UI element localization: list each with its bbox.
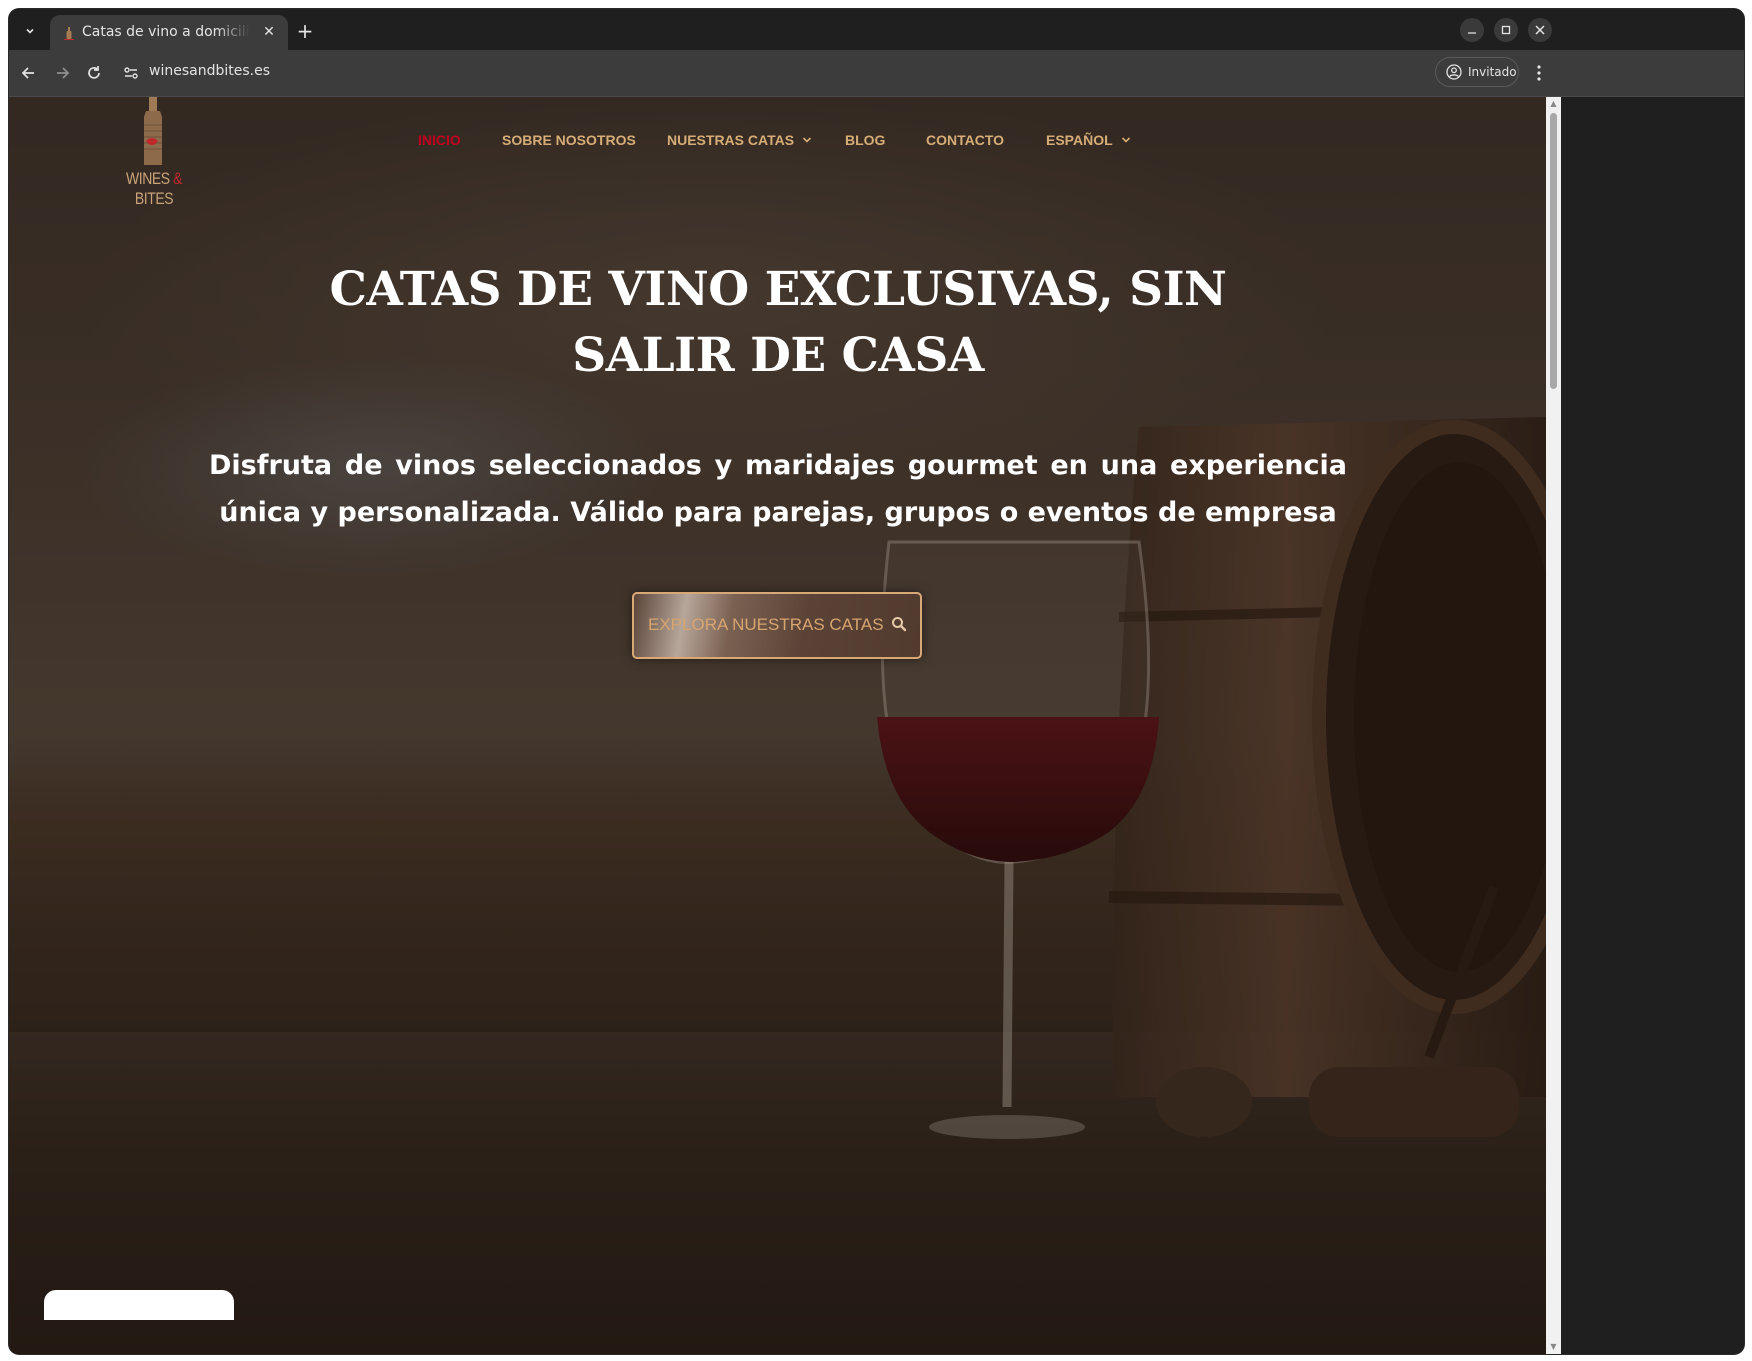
chevron-down-icon — [1121, 136, 1131, 147]
tab-active[interactable]: Catas de vino a domicilio ✕ — [50, 15, 288, 50]
scroll-up-arrow-icon[interactable]: ▲ — [1546, 97, 1561, 111]
tab-title: Catas de vino a domicilio — [82, 24, 250, 40]
main-navigation: INICIO SOBRE NOSOTROS NUESTRAS CATAS BLO… — [9, 132, 1546, 152]
tab-close-icon[interactable]: ✕ — [260, 23, 278, 41]
browser-toolbar: winesandbites.es Invitado — [9, 50, 1744, 97]
search-icon — [892, 617, 907, 632]
nav-item-nuestras-catas[interactable]: NUESTRAS CATAS — [667, 132, 812, 148]
hero-title: CATAS DE VINO EXCLUSIVAS, SIN SALIR DE C… — [329, 262, 1227, 383]
logo-word-bites: BITES — [134, 189, 174, 208]
nav-item-sobre-nosotros[interactable]: SOBRE NOSOTROS — [502, 132, 636, 148]
profile-label: Invitado — [1468, 65, 1517, 79]
scroll-thumb[interactable] — [1550, 113, 1557, 389]
profile-avatar-icon — [1446, 64, 1462, 80]
nav-item-inicio[interactable]: INICIO — [418, 132, 461, 148]
back-arrow-icon[interactable] — [17, 61, 41, 85]
new-tab-button[interactable]: + — [293, 20, 317, 44]
logo-ampersand: & — [173, 169, 183, 188]
profile-button[interactable]: Invitado — [1435, 57, 1519, 87]
nav-item-nuestras-catas-label: NUESTRAS CATAS — [667, 132, 795, 148]
browser-menu-icon[interactable] — [1529, 61, 1549, 85]
page-scrollbar[interactable]: ▲ ▼ — [1546, 97, 1561, 1354]
close-window-icon[interactable] — [1528, 18, 1552, 42]
logo-wordmark: WINES & BITES — [113, 169, 195, 209]
wine-bottle-favicon-icon — [64, 27, 74, 40]
site-settings-icon[interactable] — [122, 64, 140, 82]
hero-subtitle: Disfruta de vinos seleccionados y marida… — [209, 450, 1347, 528]
reload-icon[interactable] — [82, 61, 106, 85]
tab-search-chevron-icon[interactable] — [18, 19, 42, 43]
maximize-icon[interactable] — [1494, 18, 1518, 42]
minimize-icon[interactable] — [1460, 18, 1484, 42]
page-viewport: WINES & BITES INICIO SOBRE NOSOTROS NUES… — [9, 97, 1546, 1354]
tab-strip: Catas de vino a domicilio ✕ + — [9, 9, 1744, 50]
nav-item-blog[interactable]: BLOG — [845, 132, 885, 148]
chevron-down-icon — [802, 136, 812, 147]
explore-catas-label: EXPLORA NUESTRAS CATAS — [648, 615, 884, 634]
nav-item-language-label: ESPAÑOL — [1046, 132, 1113, 148]
floating-widget-tab[interactable] — [44, 1290, 234, 1320]
nav-item-contacto[interactable]: CONTACTO — [926, 132, 1004, 148]
scroll-down-arrow-icon[interactable]: ▼ — [1546, 1340, 1561, 1354]
explore-catas-button[interactable]: EXPLORA NUESTRAS CATAS — [632, 592, 922, 659]
logo-word-wines: WINES — [125, 169, 170, 188]
nav-item-language[interactable]: ESPAÑOL — [1046, 132, 1131, 148]
browser-window: Catas de vino a domicilio ✕ + winesandbi… — [9, 9, 1744, 1354]
address-bar-url[interactable]: winesandbites.es — [149, 63, 270, 79]
forward-arrow-icon[interactable] — [50, 61, 74, 85]
